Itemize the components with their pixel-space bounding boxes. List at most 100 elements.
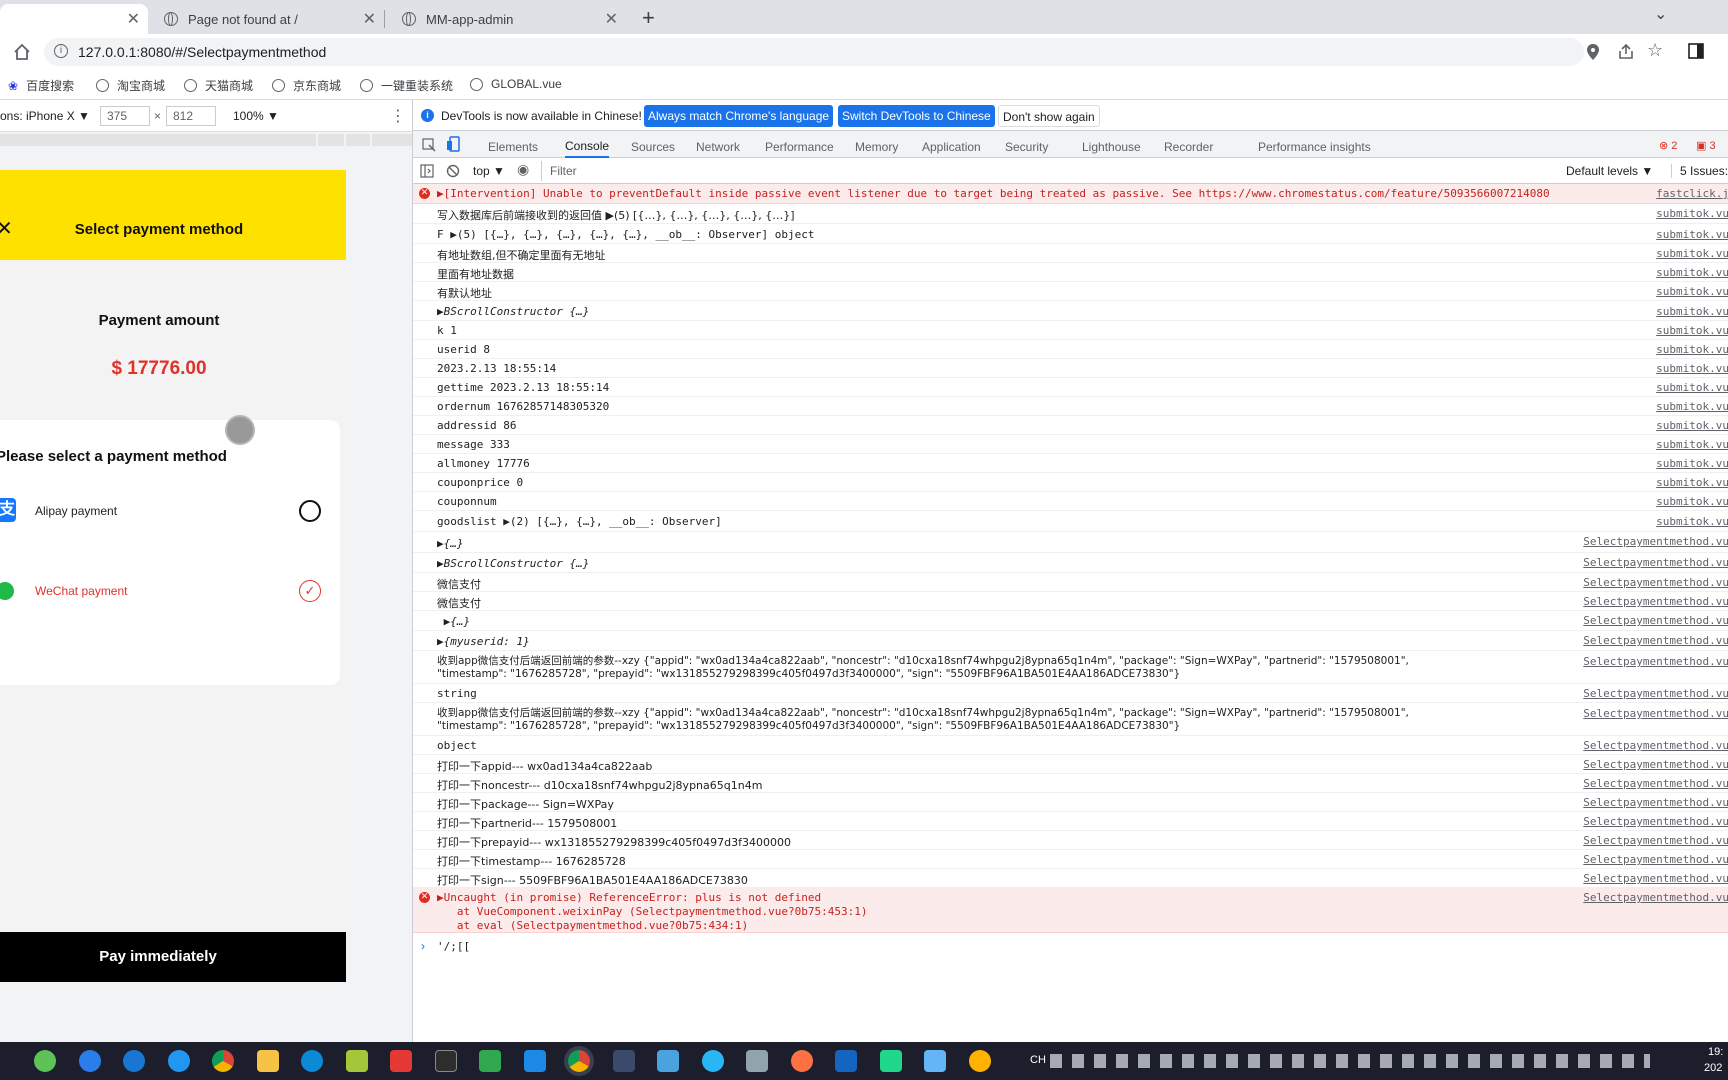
ie-icon[interactable] [168,1050,190,1072]
close-icon[interactable]: ✕ [127,9,140,29]
always-match-language-button[interactable]: Always match Chrome's language [644,105,834,127]
tab-console[interactable]: Console [565,136,610,158]
switch-to-chinese-button[interactable]: Switch DevTools to Chinese [838,105,995,127]
app-icon-17[interactable] [746,1050,768,1072]
tab-memory[interactable]: Memory [855,136,898,158]
bookmark-global-vue[interactable]: GLOBAL.vue [470,77,562,91]
device-toggle-icon[interactable] [446,136,460,152]
address-bar[interactable]: i 127.0.0.1:8080/#/Selectpaymentmethod [44,38,1584,66]
dont-show-again-button[interactable]: Don't show again [998,105,1100,127]
console-row: 打印一下package--- Sign=WXPay Selectpaymentme… [413,793,1728,812]
close-icon[interactable]: ✕ [363,9,376,29]
search-icon[interactable] [79,1050,101,1072]
device-height-input[interactable]: 812 [166,106,216,126]
clear-console-icon[interactable] [446,164,460,178]
chevron-down-icon[interactable]: ⌄ [1654,4,1667,24]
app-icon-22[interactable] [969,1050,991,1072]
tab-recorder[interactable]: Recorder [1164,136,1213,158]
log-levels-select[interactable]: Default levels ▼ [1566,164,1653,178]
app-icon-16[interactable] [702,1050,724,1072]
pay-immediately-button[interactable]: Pay immediately [0,932,346,982]
warning-counter[interactable]: ▣ 3 [1696,139,1716,152]
app-icon-18[interactable] [791,1050,813,1072]
clock-time[interactable]: 19: [1708,1046,1723,1058]
bookmark-tmall[interactable]: 天猫商城 [184,77,253,94]
bookmark-jd[interactable]: 京东商城 [272,77,341,94]
info-icon[interactable]: i [54,44,68,58]
edge-icon[interactable] [301,1050,323,1072]
vscode-icon[interactable] [524,1050,546,1072]
app-icon-1[interactable] [34,1050,56,1072]
tab-network[interactable]: Network [696,136,740,158]
wechat-check-icon[interactable]: ✓ [299,580,321,602]
close-icon[interactable]: ✕ [605,9,618,29]
alipay-option[interactable]: 支 Alipay payment [0,490,330,534]
tab-performance[interactable]: Performance [765,136,834,158]
app-icon-15[interactable] [657,1050,679,1072]
globe-icon [184,79,197,92]
home-icon[interactable] [12,42,32,62]
issues-button[interactable]: 5 Issues: [1671,164,1728,178]
tab-mm-app-admin[interactable]: MM-app-admin ✕ [386,4,626,34]
console-row: goodslist ▶(2) [{…}, {…}, __ob__: Observ… [413,511,1728,532]
chrome-icon[interactable] [568,1050,590,1072]
sidebar-toggle-icon[interactable] [420,164,434,178]
star-icon[interactable]: ☆ [1647,40,1663,61]
tab-page-not-found[interactable]: Page not found at / ✕ [148,4,384,34]
app-icon-14[interactable] [613,1050,635,1072]
app-icon-21[interactable] [924,1050,946,1072]
console-row: userid 8 submitok.vu [413,340,1728,359]
console-prompt[interactable]: › '/;[[ [413,936,1728,956]
clock-date[interactable]: 202 [1704,1062,1722,1074]
app-header: ✕ Select payment method [0,170,346,260]
hbuilder-icon[interactable] [479,1050,501,1072]
console-row: 2023.2.13 18:55:14 submitok.vu [413,359,1728,378]
share-icon[interactable] [1617,43,1635,61]
filter-input[interactable]: Filter [541,161,1441,181]
console-row: ▶{…} Selectpaymentmethod.vu [413,532,1728,553]
tab-security[interactable]: Security [1005,136,1048,158]
notepad-icon[interactable] [346,1050,368,1072]
pycharm-icon[interactable] [880,1050,902,1072]
inspect-icon[interactable] [422,138,436,152]
bookmark-reinstall[interactable]: 一键重装系统 [360,77,453,94]
console-row: ▶BScrollConstructor {…} Selectpaymentmeth… [413,553,1728,573]
tab-lighthouse[interactable]: Lighthouse [1082,136,1141,158]
system-tray-icons[interactable] [1050,1054,1650,1068]
device-select[interactable]: ons: iPhone X ▼ [0,109,90,123]
error-icon: ✕ [419,892,430,903]
more-vertical-icon[interactable]: ⋮ [390,106,406,126]
console-row: allmoney 17776 submitok.vu [413,454,1728,473]
terminal-icon[interactable] [435,1050,457,1072]
new-tab-icon[interactable]: + [642,5,655,31]
zoom-select[interactable]: 100% ▼ [233,109,279,123]
console-toolbar: top ▼ ◉ Filter Default levels ▼ 5 Issues… [413,158,1728,184]
wps-icon[interactable] [390,1050,412,1072]
tab-application[interactable]: Application [922,136,981,158]
console-row: object Selectpaymentmethod.vu [413,736,1728,755]
edge-legacy-icon[interactable] [123,1050,145,1072]
tab-performance-insights[interactable]: Performance insights [1258,136,1371,158]
folder-icon[interactable] [257,1050,279,1072]
location-icon[interactable] [1586,43,1600,61]
sidepanel-icon[interactable] [1688,43,1704,59]
chrome-colored-icon[interactable] [212,1050,234,1072]
tab-title: Page not found at / [188,11,298,27]
tab-elements[interactable]: Elements [488,136,538,158]
bookmark-taobao[interactable]: 淘宝商城 [96,77,165,94]
console-row: ▶{myuserid: 1} Selectpaymentmethod.vu [413,631,1728,651]
error-counter[interactable]: ⊗ 2 [1659,139,1677,152]
eye-icon[interactable]: ◉ [517,161,529,178]
tab-active[interactable]: ✕ [0,4,148,34]
console-messages: ✕ ▶[Intervention] Unable to preventDefau… [413,184,1728,1042]
context-select[interactable]: top ▼ [473,164,505,178]
console-row: F ▶(5) [{…}, {…}, {…}, {…}, {…}, __ob__:… [413,224,1728,244]
bookmark-baidu[interactable]: ❀ 百度搜索 [8,77,74,94]
wechat-option[interactable]: WeChat payment ✓ [0,570,330,614]
tab-sources[interactable]: Sources [631,136,675,158]
device-width-input[interactable]: 375 [100,106,150,126]
app-icon-19[interactable] [835,1050,857,1072]
input-method[interactable]: CH [1030,1054,1046,1066]
alipay-radio[interactable] [299,500,321,522]
browser-toolbar: i 127.0.0.1:8080/#/Selectpaymentmethod ☆ [0,34,1728,70]
